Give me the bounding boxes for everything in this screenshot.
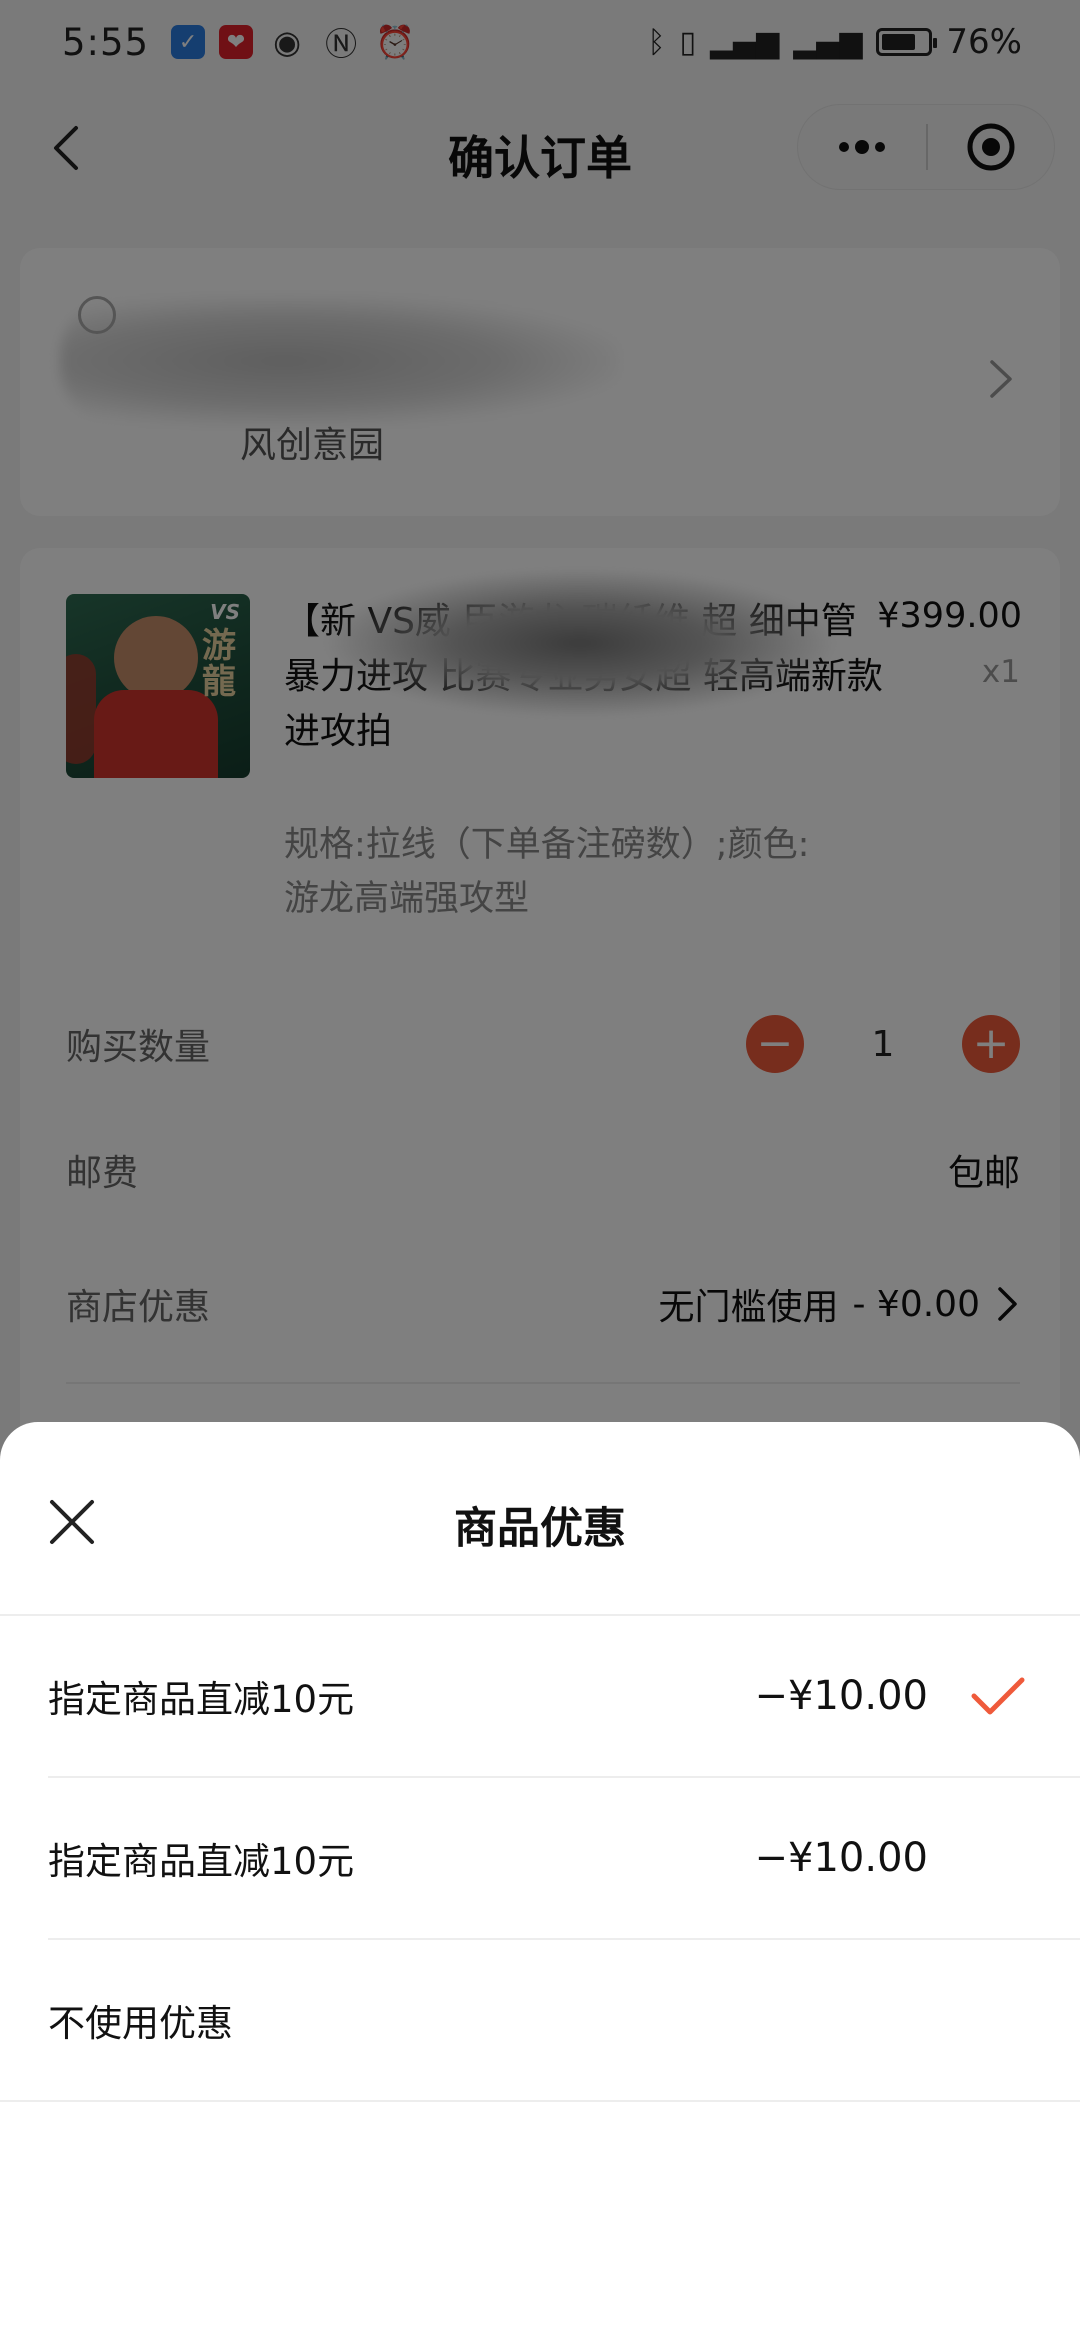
sheet-title: 商品优惠 [454, 1504, 626, 1554]
discount-option-label: 指定商品直减10元 [48, 1678, 355, 1721]
sheet-header: 商品优惠 [0, 1422, 1080, 1616]
no-discount-option[interactable]: 不使用优惠 [0, 1940, 1080, 2102]
discount-option-amount: −¥10.00 [754, 1835, 928, 1881]
discount-option-amount: −¥10.00 [754, 1673, 928, 1719]
check-icon [971, 1677, 1025, 1715]
discount-option[interactable]: 指定商品直减10元 −¥10.00 [48, 1616, 1080, 1778]
discount-option-label: 指定商品直减10元 [48, 1840, 355, 1883]
discount-sheet: 商品优惠 指定商品直减10元 −¥10.00 指定商品直减10元 −¥10.00… [0, 1422, 1080, 2340]
discount-option[interactable]: 指定商品直减10元 −¥10.00 [48, 1778, 1080, 1940]
no-discount-label: 不使用优惠 [48, 2002, 233, 2045]
